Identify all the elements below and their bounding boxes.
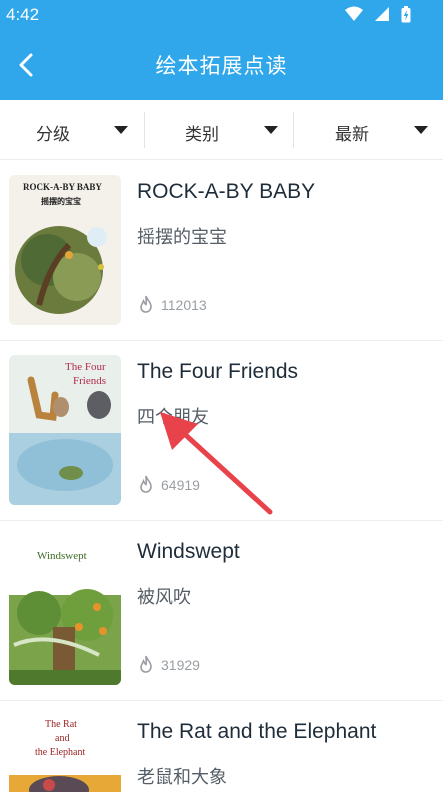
book-item[interactable]: Windswept Windswept 被风吹 31929 [0,521,443,701]
filter-bar: 分级 类别 最新 [0,100,443,160]
signal-icon [374,7,389,21]
filter-sort-label: 最新 [335,125,369,145]
book-cover: The Rat and the Elephant [9,715,121,792]
book-subtitle: 摇摆的宝宝 [137,227,227,248]
book-title: ROCK-A-BY BABY [137,180,316,203]
status-time: 4:42 [6,5,40,24]
battery-icon [401,6,411,23]
filter-level-label: 分级 [36,125,70,145]
caret-down-icon [114,126,128,134]
caret-down-icon [414,126,428,134]
app-bar: 4:42 绘本拓展点读 [0,0,443,100]
cover-title-line: The Four [65,361,106,373]
play-count: 31929 [161,657,200,673]
book-subtitle: 被风吹 [137,587,191,608]
page-title: 绘本拓展点读 [155,54,288,78]
fire-icon [140,295,152,313]
filter-sort-dropdown[interactable]: 最新 [294,100,443,160]
book-cover: ROCK-A-BY BABY 摇摆的宝宝 [9,175,121,325]
status-bar: 4:42 [0,0,443,30]
play-count: 64919 [161,477,200,493]
cover-title: ROCK-A-BY BABY [23,182,102,192]
cover-title-line: the Elephant [35,747,86,758]
book-item[interactable]: The Four Friends The Four Friends 四个朋友 6… [0,341,443,521]
filter-category-dropdown[interactable]: 类别 [145,100,293,160]
wifi-icon [344,6,363,21]
book-title: The Four Friends [137,360,299,383]
book-subtitle: 四个朋友 [137,407,209,428]
book-title: Windswept [137,540,240,563]
book-title: The Rat and the Elephant [137,720,377,743]
cover-title-line: and [55,733,70,744]
cover-title: Windswept [37,550,87,562]
play-count: 112013 [161,297,207,313]
book-item[interactable]: ROCK-A-BY BABY 摇摆的宝宝 ROCK-A-BY BABY 摇摆的宝… [0,161,443,341]
book-subtitle: 老鼠和大象 [137,767,227,788]
cover-title-line: The Rat [45,719,77,730]
cover-subtitle: 摇摆的宝宝 [41,197,81,206]
book-cover: Windswept [9,535,121,685]
book-cover: The Four Friends [9,355,121,505]
toolbar: 绘本拓展点读 [0,30,443,100]
caret-down-icon [264,126,278,134]
fire-icon [140,655,152,673]
book-item[interactable]: The Rat and the Elephant The Rat and the… [0,701,443,792]
filter-level-dropdown[interactable]: 分级 [0,100,144,160]
status-icons [339,6,411,24]
cover-title-line: Friends [73,375,106,387]
filter-category-label: 类别 [185,125,219,145]
fire-icon [140,475,152,493]
